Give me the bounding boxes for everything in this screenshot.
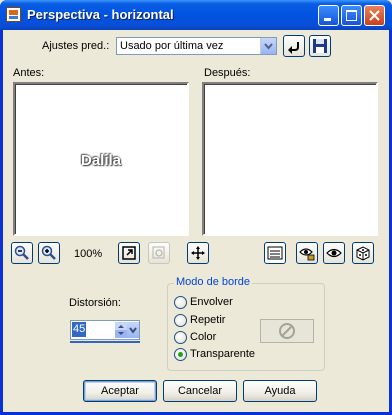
undo-arrow-icon (288, 42, 299, 54)
dialog-window: Perspectiva - horizontal Ajustes pred.: … (0, 0, 392, 415)
zoom-selection-icon (152, 246, 165, 259)
move-arrows-icon (191, 246, 205, 260)
zoom-in-icon (41, 245, 56, 260)
title-bar[interactable]: Perspectiva - horizontal (0, 0, 392, 30)
list-view-icon (267, 246, 283, 260)
distortion-slider-track[interactable] (70, 341, 140, 343)
fit-view-button[interactable] (118, 242, 140, 264)
close-button[interactable] (364, 5, 385, 26)
preview-text-dalila: Dalila (80, 152, 122, 169)
presets-label: Ajustes pred.: (42, 40, 110, 52)
zoom-out-button[interactable] (11, 242, 33, 264)
after-preview (202, 82, 378, 236)
save-preset-button[interactable] (309, 35, 331, 57)
spin-up-down-icon[interactable] (115, 322, 127, 338)
radio-envolver-label[interactable]: Envolver (190, 296, 233, 308)
no-entry-icon (279, 323, 295, 339)
dialog-client: Ajustes pred.: Usado por última vez Ante… (3, 30, 389, 412)
close-icon (369, 10, 380, 21)
radio-transparente[interactable] (174, 348, 187, 361)
reset-button[interactable] (283, 35, 305, 57)
radio-envolver[interactable] (174, 296, 187, 309)
minimize-button[interactable] (318, 5, 339, 26)
zoom-selection-button[interactable] (148, 242, 170, 264)
before-label: Antes: (13, 67, 45, 79)
dice-icon (356, 246, 370, 261)
ok-button[interactable]: Aceptar (83, 380, 157, 402)
minimize-icon (324, 18, 331, 21)
zoom-out-icon (14, 245, 29, 260)
border-color-swatch[interactable] (260, 319, 314, 343)
preview-toggle-button[interactable] (264, 242, 286, 264)
chevron-down-icon[interactable] (127, 322, 139, 338)
zoom-level: 100% (74, 248, 103, 260)
presets-select-value: Usado por última vez (120, 40, 224, 52)
maximize-icon (346, 10, 357, 21)
radio-repetir[interactable] (174, 314, 187, 327)
floppy-disk-icon (313, 39, 327, 53)
maximize-button[interactable] (341, 5, 362, 26)
pan-button[interactable] (187, 242, 209, 264)
cancel-button[interactable]: Cancelar (163, 380, 237, 402)
randomize-button[interactable] (352, 242, 374, 264)
distortion-label: Distorsión: (69, 297, 121, 309)
radio-transparente-label[interactable]: Transparente (190, 348, 255, 360)
before-preview[interactable]: Dalila (13, 82, 189, 236)
window-title: Perspectiva - horizontal (27, 7, 174, 22)
app-icon (6, 7, 21, 22)
zoom-in-button[interactable] (38, 242, 60, 264)
chevron-down-icon[interactable] (260, 38, 276, 54)
help-button[interactable]: Ayuda (243, 380, 317, 402)
eye-icon (326, 248, 342, 258)
radio-color-label[interactable]: Color (190, 331, 216, 343)
border-mode-title: Modo de borde (174, 276, 252, 288)
auto-proof-button[interactable] (323, 242, 345, 264)
distortion-value: 45 (72, 322, 87, 337)
radio-repetir-label[interactable]: Repetir (190, 314, 225, 326)
expand-icon (122, 246, 136, 260)
radio-color[interactable] (174, 331, 187, 344)
after-label: Después: (204, 67, 251, 79)
presets-select[interactable]: Usado por última vez (116, 37, 277, 55)
eye-lock-icon (299, 248, 315, 261)
distortion-input[interactable]: 45 (70, 320, 140, 340)
proof-button[interactable] (296, 242, 318, 264)
